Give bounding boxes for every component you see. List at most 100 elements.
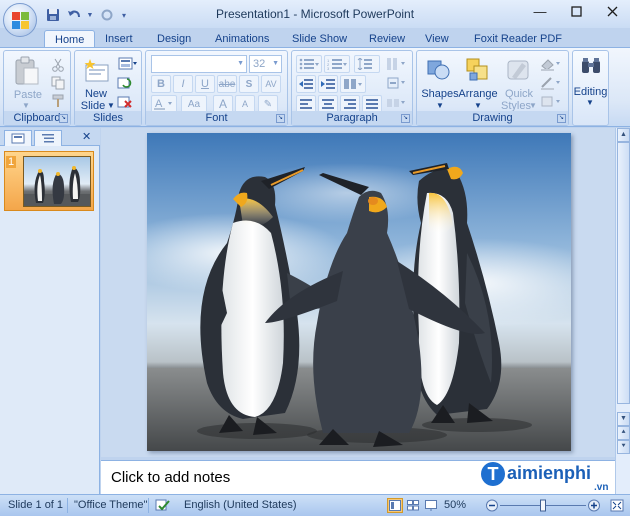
tab-animations[interactable]: Animations (205, 30, 279, 48)
font-size-dropdown-icon[interactable]: ▼ (272, 56, 279, 72)
bold-icon[interactable]: B (151, 75, 171, 93)
ribbon-tabs: Home Insert Design Animations Slide Show… (0, 28, 630, 49)
slides-pane-tabs: ✕ (0, 128, 100, 146)
reset-slide-icon[interactable] (117, 75, 133, 91)
tab-review[interactable]: Review (359, 30, 415, 48)
fit-to-window-icon[interactable] (609, 498, 625, 513)
slide-thumbnail-selection[interactable] (4, 151, 94, 211)
outline-tab-icon[interactable] (34, 130, 62, 146)
slide-show-view-icon[interactable] (423, 498, 439, 513)
minimize-icon[interactable]: — (522, 0, 558, 22)
slide-sorter-view-icon[interactable] (405, 498, 421, 513)
arrange-dropdown-icon[interactable]: ▼ (474, 101, 482, 110)
watermark-brand: aimienphi (507, 463, 592, 483)
text-shadow-icon[interactable]: S (239, 75, 259, 93)
numbering-icon[interactable]: 123 (324, 55, 350, 73)
columns-icon[interactable] (340, 75, 366, 93)
layout-icon[interactable] (117, 56, 139, 72)
scroll-up-icon[interactable]: ▲ (617, 128, 630, 142)
editing-label[interactable]: Editing (573, 86, 608, 98)
ribbon: Paste ▼ Clipboard ↘ New Slide ▼ Slides ▼… (0, 47, 630, 127)
theme-name[interactable]: "Office Theme" (74, 499, 147, 511)
watermark-suffix: .vn (594, 482, 609, 493)
slide-count: Slide 1 of 1 (8, 499, 64, 511)
tab-view[interactable]: View (415, 30, 459, 48)
vertical-scrollbar[interactable]: ▲ ▼ ⯅ ⯆ (615, 128, 630, 494)
italic-icon[interactable]: I (173, 75, 193, 93)
scroll-thumb[interactable] (617, 142, 630, 404)
shapes-dropdown-icon[interactable]: ▼ (436, 101, 444, 110)
normal-view-icon[interactable] (387, 498, 403, 513)
maximize-icon[interactable] (558, 0, 594, 22)
zoom-level[interactable]: 50% (444, 499, 466, 511)
paragraph-label: Paragraph (292, 111, 412, 125)
status-divider (148, 498, 149, 513)
font-name-combo[interactable]: ▼ (151, 55, 247, 73)
tab-design[interactable]: Design (147, 30, 201, 48)
quick-styles-label-line1[interactable]: Quick (504, 88, 534, 100)
close-icon[interactable] (594, 0, 630, 22)
bullets-icon[interactable] (296, 55, 322, 73)
shape-fill-icon[interactable] (538, 56, 564, 72)
quick-styles-dropdown-icon[interactable]: ▼ (529, 101, 537, 110)
format-painter-icon[interactable] (50, 93, 66, 109)
paste-label[interactable]: Paste (8, 89, 48, 101)
font-name-dropdown-icon[interactable]: ▼ (237, 56, 244, 72)
align-text-icon[interactable] (384, 75, 410, 91)
slides-label: Slides (75, 111, 141, 125)
svg-text:3: 3 (327, 66, 330, 70)
scroll-down-icon[interactable]: ▼ (617, 412, 630, 426)
drawing-group: Shapes ▼ Arrange ▼ Quick Styles ▼ Drawin… (416, 50, 569, 126)
new-slide-label-line1[interactable]: New (79, 88, 113, 100)
slides-tab-icon[interactable] (4, 130, 32, 146)
arrange-label[interactable]: Arrange (458, 88, 498, 100)
paste-icon[interactable] (12, 55, 42, 87)
office-button[interactable] (3, 3, 37, 37)
font-dialog-launcher-icon[interactable]: ↘ (276, 114, 285, 123)
tab-foxit-reader-pdf[interactable]: Foxit Reader PDF (464, 30, 572, 48)
tab-insert[interactable]: Insert (95, 30, 143, 48)
new-slide-icon[interactable] (81, 55, 111, 87)
drawing-dialog-launcher-icon[interactable]: ↘ (557, 114, 566, 123)
spell-check-icon[interactable] (155, 498, 171, 513)
underline-icon[interactable]: U (195, 75, 215, 93)
drawing-label: Drawing (417, 111, 568, 125)
copy-icon[interactable] (50, 75, 66, 91)
zoom-slider-thumb[interactable] (540, 499, 546, 512)
strikethrough-icon[interactable]: abe (217, 75, 237, 93)
shape-effects-icon[interactable] (538, 94, 564, 110)
character-spacing-icon[interactable]: AV (261, 75, 281, 93)
cut-icon[interactable] (50, 57, 66, 73)
text-direction-icon[interactable] (384, 56, 410, 72)
binoculars-icon[interactable] (579, 55, 603, 77)
shape-outline-icon[interactable] (538, 75, 564, 91)
slide-thumbnail[interactable] (23, 156, 91, 207)
paste-dropdown-icon[interactable]: ▼ (22, 101, 30, 110)
shapes-icon[interactable] (425, 55, 453, 85)
title-bar: ▼ ▾ Presentation1 - Microsoft PowerPoint… (0, 0, 630, 28)
slide-canvas[interactable] (147, 133, 571, 451)
previous-slide-icon[interactable]: ⯅ (617, 426, 630, 440)
paragraph-dialog-launcher-icon[interactable]: ↘ (401, 114, 410, 123)
notes-pane[interactable]: Click to add notes T aimienphi .vn (101, 460, 615, 494)
clipboard-dialog-launcher-icon[interactable]: ↘ (59, 114, 68, 123)
shapes-label[interactable]: Shapes (421, 88, 459, 100)
paragraph-group: 123 Paragraph ↘ (291, 50, 413, 126)
increase-indent-icon[interactable] (318, 75, 338, 93)
close-pane-icon[interactable]: ✕ (82, 130, 91, 143)
decrease-indent-icon[interactable] (296, 75, 316, 93)
zoom-slider[interactable] (485, 498, 601, 513)
next-slide-icon[interactable]: ⯆ (617, 440, 630, 454)
delete-slide-icon[interactable] (117, 94, 133, 110)
smartart-icon[interactable] (384, 95, 410, 111)
arrange-icon[interactable] (464, 55, 492, 85)
editing-dropdown-icon[interactable]: ▼ (586, 98, 594, 107)
font-size-combo[interactable]: 32 ▼ (249, 55, 282, 73)
language[interactable]: English (United States) (184, 499, 297, 511)
new-slide-dropdown-icon[interactable]: ▼ (107, 101, 115, 110)
office-logo-icon (12, 12, 29, 29)
line-spacing-icon[interactable] (354, 55, 380, 73)
tab-slide-show[interactable]: Slide Show (282, 30, 357, 48)
notes-placeholder[interactable]: Click to add notes (111, 469, 230, 486)
quick-styles-icon[interactable] (505, 55, 533, 85)
